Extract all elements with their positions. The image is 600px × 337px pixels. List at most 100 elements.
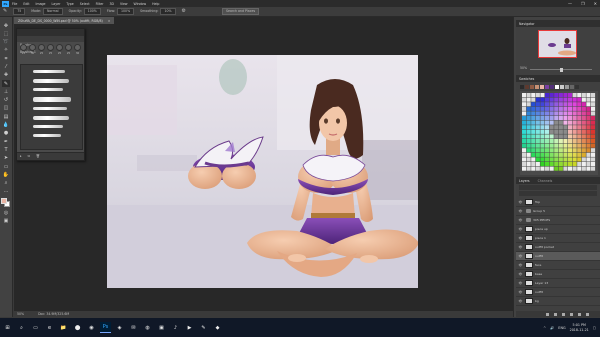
add-mask-icon[interactable] — [562, 312, 565, 316]
color-cell[interactable] — [586, 162, 591, 167]
color-cell[interactable] — [531, 157, 536, 162]
color-cell[interactable] — [526, 139, 531, 144]
search-icon[interactable]: ⌕ — [16, 322, 27, 333]
start-button-icon[interactable]: ⊞ — [2, 322, 13, 333]
color-cell[interactable] — [591, 162, 596, 167]
hand-tool-icon[interactable]: ✋ — [2, 171, 10, 178]
file-explorer-icon[interactable]: 📁 — [58, 322, 69, 333]
color-cell[interactable] — [591, 102, 596, 107]
color-cell[interactable] — [568, 120, 573, 125]
color-cell[interactable] — [586, 93, 591, 98]
brush-tip[interactable] — [20, 44, 27, 51]
color-cell[interactable] — [554, 157, 559, 162]
color-cell[interactable] — [568, 162, 573, 167]
language-indicator[interactable]: ENG — [558, 326, 565, 330]
color-cell[interactable] — [545, 120, 550, 125]
link-layers-icon[interactable] — [546, 312, 549, 316]
color-cell[interactable] — [549, 93, 554, 98]
color-cell[interactable] — [577, 139, 582, 144]
layer-row[interactable]: 👁 piece 1 — [516, 234, 600, 243]
color-cell[interactable] — [568, 106, 573, 111]
color-cell[interactable] — [540, 152, 545, 157]
color-cell[interactable] — [545, 102, 550, 107]
color-cell[interactable] — [586, 134, 591, 139]
brush-size-picker[interactable]: 75 — [13, 7, 26, 16]
color-cell[interactable] — [572, 134, 577, 139]
type-tool-icon[interactable]: T — [2, 146, 10, 153]
new-brush-icon[interactable]: ⧉ — [28, 154, 30, 158]
color-cell[interactable] — [586, 148, 591, 153]
color-cell[interactable] — [545, 166, 550, 171]
color-cell[interactable] — [554, 134, 559, 139]
show-hidden-icons-icon[interactable]: ^ — [543, 326, 546, 330]
notifications-icon[interactable]: ▢ — [593, 326, 596, 330]
color-cell[interactable] — [531, 116, 536, 121]
color-cell[interactable] — [522, 129, 527, 134]
color-cell[interactable] — [526, 152, 531, 157]
app-icon[interactable]: ▣ — [156, 322, 167, 333]
color-cell[interactable] — [554, 97, 559, 102]
color-cell[interactable] — [591, 134, 596, 139]
color-cell[interactable] — [554, 102, 559, 107]
color-cell[interactable] — [554, 139, 559, 144]
color-cell[interactable] — [581, 111, 586, 116]
mail-icon[interactable]: ✉ — [128, 322, 139, 333]
layer-row[interactable]: 👁 bg — [516, 297, 600, 306]
swatch-chip[interactable] — [555, 85, 559, 89]
color-cell[interactable] — [577, 111, 582, 116]
layer-row[interactable]: 👁 Layer 13 — [516, 279, 600, 288]
color-cell[interactable] — [572, 166, 577, 171]
color-cell[interactable] — [549, 166, 554, 171]
color-cell[interactable] — [568, 111, 573, 116]
music-icon[interactable]: ♪ — [170, 322, 181, 333]
color-cell[interactable] — [535, 97, 540, 102]
color-cell[interactable] — [581, 134, 586, 139]
color-wheel-swatches[interactable] — [520, 91, 598, 175]
color-cell[interactable] — [554, 120, 559, 125]
color-cell[interactable] — [572, 162, 577, 167]
color-cell[interactable] — [549, 139, 554, 144]
color-cell[interactable] — [563, 111, 568, 116]
color-cell[interactable] — [540, 125, 545, 130]
gear-icon[interactable]: ⚙ — [182, 9, 186, 14]
color-cell[interactable] — [526, 97, 531, 102]
color-cell[interactable] — [522, 106, 527, 111]
color-cell[interactable] — [522, 157, 527, 162]
color-cell[interactable] — [535, 125, 540, 130]
brush-stroke-preview[interactable] — [33, 134, 61, 137]
swatch-chip[interactable] — [520, 85, 524, 89]
color-cell[interactable] — [591, 93, 596, 98]
visibility-eye-icon[interactable]: 👁 — [518, 209, 523, 213]
pen-tool-icon[interactable]: ✒ — [2, 138, 10, 145]
color-cell[interactable] — [563, 97, 568, 102]
swatch-chip[interactable] — [570, 85, 574, 89]
menu-view[interactable]: View — [120, 2, 128, 6]
zoom-tool-icon[interactable]: ⌕ — [2, 180, 10, 187]
visibility-eye-icon[interactable]: 👁 — [518, 200, 523, 204]
color-cell[interactable] — [526, 93, 531, 98]
color-cell[interactable] — [545, 97, 550, 102]
color-cell[interactable] — [568, 148, 573, 153]
color-cell[interactable] — [549, 162, 554, 167]
color-cell[interactable] — [568, 166, 573, 171]
brush-tool-icon[interactable]: ✎ — [3, 9, 7, 14]
visibility-eye-icon[interactable]: 👁 — [518, 272, 523, 276]
new-layer-icon[interactable] — [578, 312, 581, 316]
color-cell[interactable] — [540, 166, 545, 171]
color-cell[interactable] — [540, 93, 545, 98]
swatches-panel-header[interactable]: Swatches — [516, 75, 600, 82]
history-brush-tool-icon[interactable]: ↺ — [2, 97, 10, 104]
color-cell[interactable] — [540, 116, 545, 121]
color-cell[interactable] — [572, 111, 577, 116]
color-cell[interactable] — [522, 148, 527, 153]
close-tab-icon[interactable]: × — [108, 19, 111, 23]
screen-mode-icon[interactable]: ▣ — [2, 218, 10, 225]
color-cell[interactable] — [522, 134, 527, 139]
menu-image[interactable]: Image — [36, 2, 46, 6]
color-cell[interactable] — [572, 116, 577, 121]
color-cell[interactable] — [581, 152, 586, 157]
color-cell[interactable] — [535, 166, 540, 171]
color-cell[interactable] — [591, 143, 596, 148]
color-cell[interactable] — [522, 166, 527, 171]
menu-window[interactable]: Window — [134, 2, 147, 6]
